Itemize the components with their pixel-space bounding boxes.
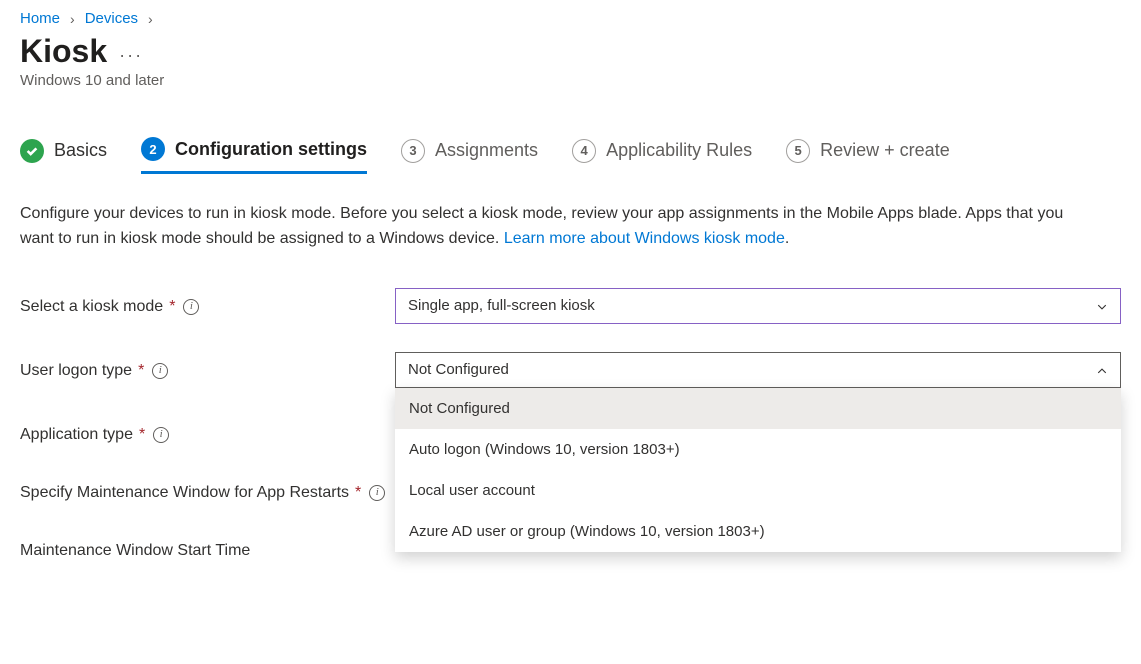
- step-label: Review + create: [820, 140, 950, 161]
- select-value: Not Configured: [408, 361, 509, 378]
- step-configuration-settings[interactable]: 2 Configuration settings: [141, 137, 367, 174]
- step-label: Applicability Rules: [606, 140, 752, 161]
- info-icon[interactable]: i: [369, 485, 385, 501]
- chevron-down-icon: [1096, 300, 1108, 312]
- breadcrumb: Home › Devices ›: [20, 0, 1121, 33]
- step-number-icon: 4: [572, 139, 596, 163]
- step-applicability-rules[interactable]: 4 Applicability Rules: [572, 139, 752, 173]
- step-basics[interactable]: Basics: [20, 139, 107, 173]
- step-label: Configuration settings: [175, 139, 367, 160]
- info-icon[interactable]: i: [183, 299, 199, 315]
- more-actions-button[interactable]: ···: [119, 37, 143, 66]
- required-indicator: *: [355, 482, 361, 504]
- dropdown-option-azure-ad[interactable]: Azure AD user or group (Windows 10, vers…: [395, 511, 1121, 552]
- step-assignments[interactable]: 3 Assignments: [401, 139, 538, 173]
- page-subtitle: Windows 10 and later: [20, 72, 1121, 89]
- required-indicator: *: [169, 296, 175, 318]
- field-logon-type: User logon type * i Not Configured Not C…: [20, 352, 1121, 388]
- field-label: User logon type: [20, 360, 132, 382]
- step-label: Basics: [54, 140, 107, 161]
- info-icon[interactable]: i: [153, 427, 169, 443]
- page-title: Kiosk: [20, 33, 107, 70]
- field-label: Application type: [20, 424, 133, 446]
- dropdown-option-auto-logon[interactable]: Auto logon (Windows 10, version 1803+): [395, 429, 1121, 470]
- chevron-right-icon: ›: [148, 11, 153, 27]
- logon-type-dropdown: Not Configured Auto logon (Windows 10, v…: [395, 388, 1121, 552]
- breadcrumb-home[interactable]: Home: [20, 10, 60, 27]
- info-icon[interactable]: i: [152, 363, 168, 379]
- chevron-up-icon: [1096, 364, 1108, 376]
- step-number-icon: 3: [401, 139, 425, 163]
- dropdown-option-local-user[interactable]: Local user account: [395, 470, 1121, 511]
- step-number-icon: 2: [141, 137, 165, 161]
- step-label: Assignments: [435, 140, 538, 161]
- wizard-steps: Basics 2 Configuration settings 3 Assign…: [20, 137, 1121, 174]
- field-kiosk-mode: Select a kiosk mode * i Single app, full…: [20, 288, 1121, 324]
- field-label: Specify Maintenance Window for App Resta…: [20, 482, 349, 504]
- required-indicator: *: [139, 424, 145, 446]
- logon-type-select[interactable]: Not Configured: [395, 352, 1121, 388]
- checkmark-icon: [20, 139, 44, 163]
- breadcrumb-devices[interactable]: Devices: [85, 10, 138, 27]
- required-indicator: *: [138, 360, 144, 382]
- step-review-create[interactable]: 5 Review + create: [786, 139, 950, 173]
- select-value: Single app, full-screen kiosk: [408, 297, 595, 314]
- dropdown-option-not-configured[interactable]: Not Configured: [395, 388, 1121, 429]
- description-text: Configure your devices to run in kiosk m…: [20, 202, 1080, 252]
- chevron-right-icon: ›: [70, 11, 75, 27]
- learn-more-link[interactable]: Learn more about Windows kiosk mode: [504, 230, 785, 247]
- description-period: .: [785, 230, 789, 247]
- field-label: Select a kiosk mode: [20, 296, 163, 318]
- kiosk-mode-select[interactable]: Single app, full-screen kiosk: [395, 288, 1121, 324]
- page-header: Kiosk ··· Windows 10 and later: [20, 33, 1121, 89]
- step-number-icon: 5: [786, 139, 810, 163]
- field-label: Maintenance Window Start Time: [20, 540, 250, 562]
